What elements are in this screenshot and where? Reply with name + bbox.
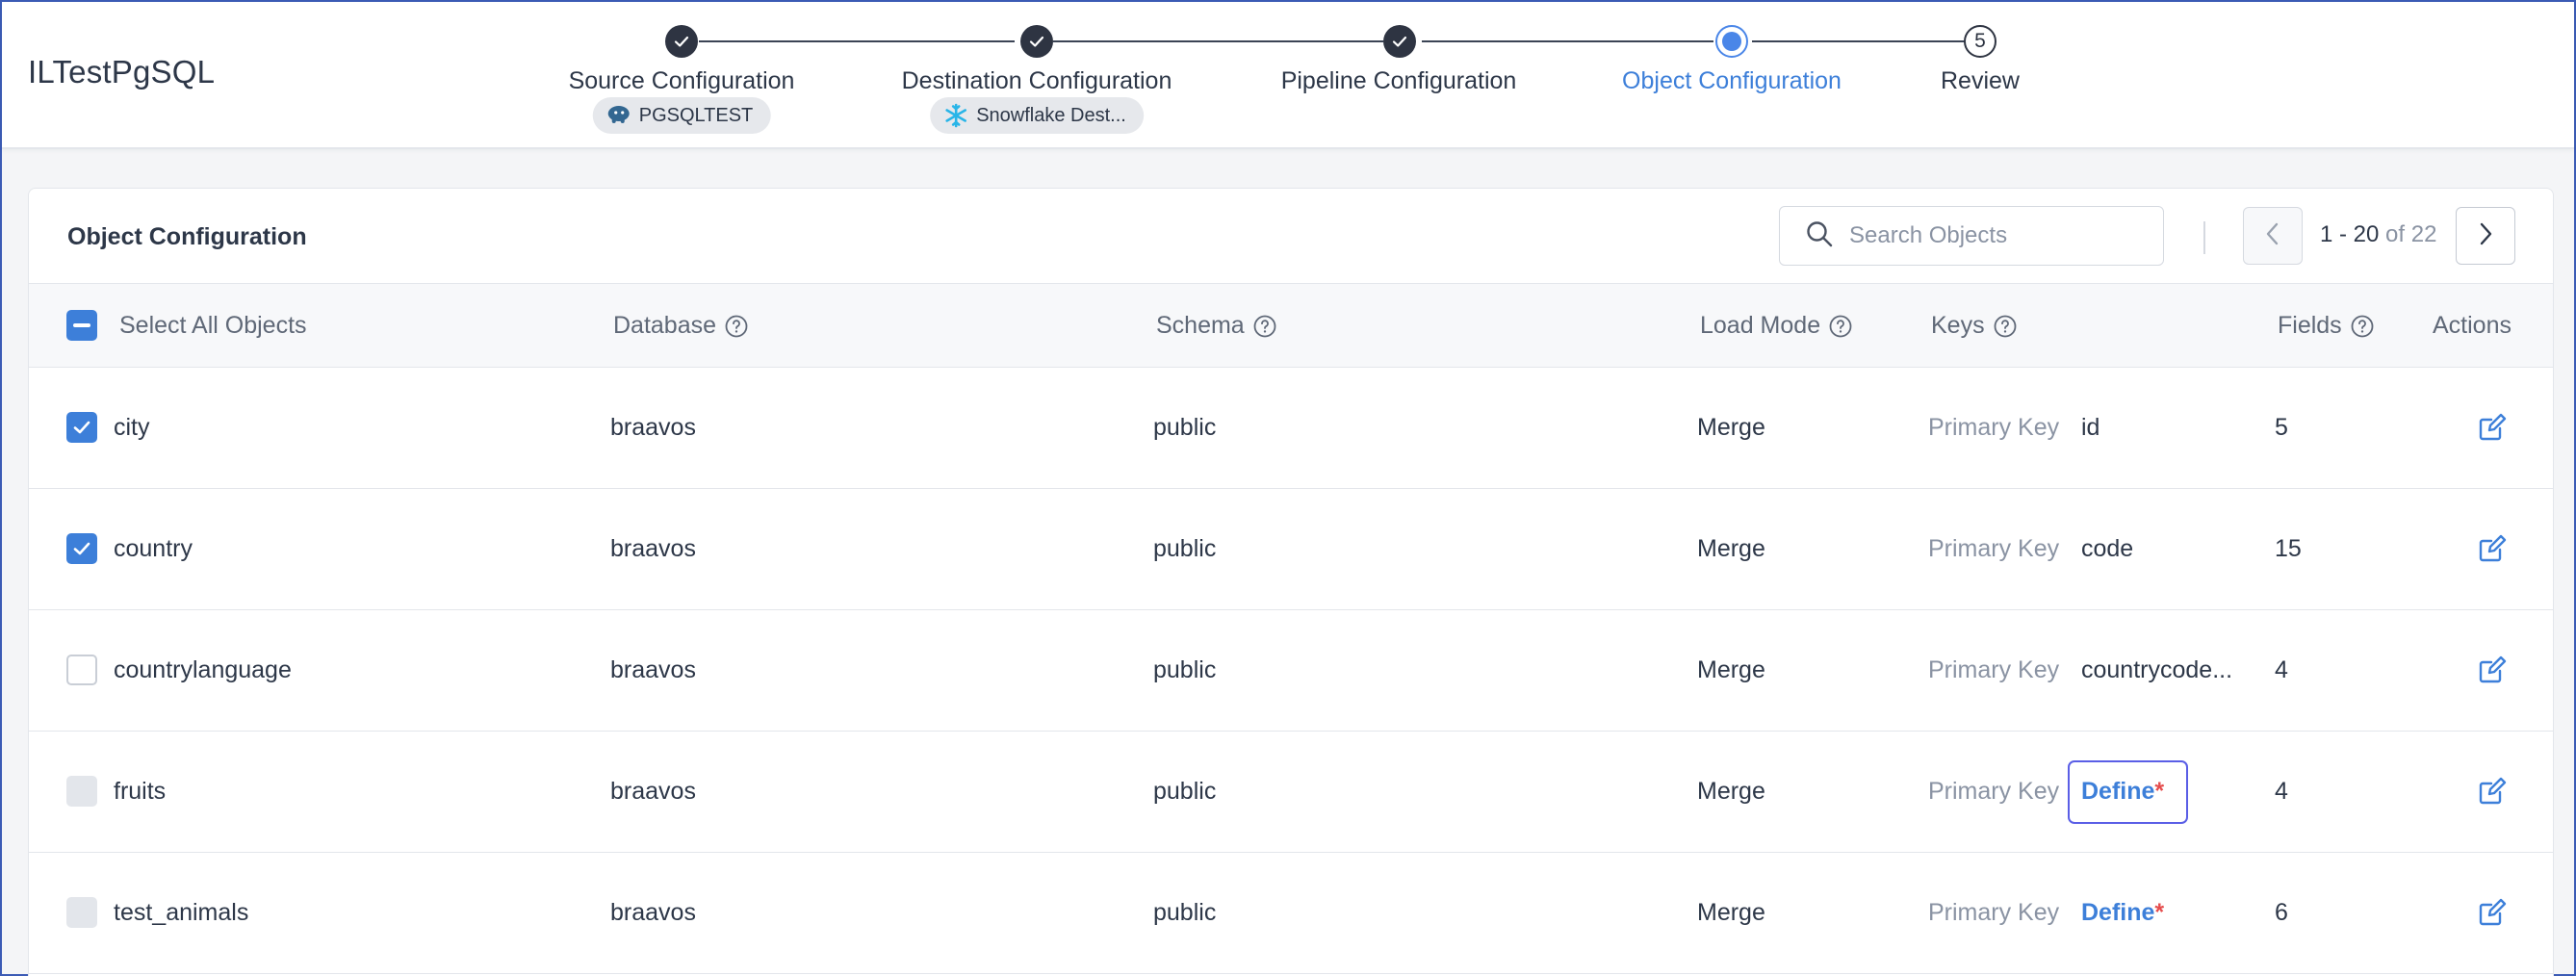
fields-count: 4 xyxy=(2275,656,2288,683)
row-checkbox[interactable] xyxy=(66,412,97,443)
key-type: Primary Key xyxy=(1928,535,2060,562)
step-connector xyxy=(699,40,1015,42)
database-value: braavos xyxy=(610,656,696,683)
step-5-label[interactable]: Review xyxy=(1941,67,2020,95)
database-value: braavos xyxy=(610,535,696,562)
step-3-check-icon[interactable] xyxy=(1383,25,1416,58)
help-icon[interactable] xyxy=(724,314,749,339)
toolbar-divider xyxy=(2203,221,2205,254)
snowflake-icon xyxy=(943,103,968,128)
select-all-label: Select All Objects xyxy=(119,312,307,339)
help-icon[interactable] xyxy=(1252,314,1277,339)
postgresql-icon xyxy=(606,105,631,126)
key-value: code xyxy=(2081,535,2134,562)
table-header: Select All Objects Database Schema Load … xyxy=(29,283,2553,368)
fields-count: 5 xyxy=(2275,414,2288,441)
database-value: braavos xyxy=(610,778,696,805)
schema-value: public xyxy=(1153,656,1217,683)
load-mode-value[interactable]: Merge xyxy=(1697,778,1765,806)
key-type: Primary Key xyxy=(1928,778,2060,805)
database-value: braavos xyxy=(610,414,696,441)
object-name: fruits xyxy=(114,778,167,805)
define-key-link[interactable]: Define* xyxy=(2081,778,2164,806)
load-mode-value[interactable]: Merge xyxy=(1697,656,1765,684)
pagination-total: of 22 xyxy=(2385,221,2437,247)
key-value: countrycode... xyxy=(2081,656,2233,683)
step-connector xyxy=(1752,40,1965,42)
load-mode-value[interactable]: Merge xyxy=(1697,414,1765,442)
help-icon[interactable] xyxy=(1993,314,2018,339)
table-row: countrylanguage braavos public Merge Pri… xyxy=(29,610,2553,732)
source-chip: PGSQLTEST xyxy=(592,97,771,134)
help-icon[interactable] xyxy=(1828,314,1853,339)
step-1-check-icon[interactable] xyxy=(665,25,698,58)
fields-count: 15 xyxy=(2275,535,2302,562)
object-configuration-panel: Object Configuration 1 - 20 of 22 Select… xyxy=(28,188,2554,976)
stepper: Source Configuration PGSQLTEST Destinati… xyxy=(2,2,2574,146)
previous-page-button[interactable] xyxy=(2243,207,2303,265)
edit-icon[interactable] xyxy=(2477,533,2508,569)
pagination-current: 1 - 20 xyxy=(2320,221,2380,247)
database-column-header: Database xyxy=(613,312,749,340)
destination-chip-label: Snowflake Dest... xyxy=(976,104,1126,126)
search-input[interactable] xyxy=(1849,222,2157,249)
keys-column-header: Keys xyxy=(1931,312,2018,340)
key-type: Primary Key xyxy=(1928,899,2060,926)
define-key-link[interactable]: Define* xyxy=(2081,899,2164,927)
chevron-right-icon xyxy=(2475,221,2496,251)
table-row: city braavos public Merge Primary Key id… xyxy=(29,368,2553,489)
row-checkbox[interactable] xyxy=(66,897,97,928)
fields-count: 6 xyxy=(2275,899,2288,926)
select-all-checkbox[interactable] xyxy=(66,310,97,341)
search-icon xyxy=(1805,219,1834,253)
object-name: test_animals xyxy=(114,899,249,926)
destination-chip: Snowflake Dest... xyxy=(930,97,1144,134)
actions-column-header: Actions xyxy=(2433,312,2512,339)
chevron-left-icon xyxy=(2262,221,2283,251)
table-row: country braavos public Merge Primary Key… xyxy=(29,489,2553,610)
row-checkbox[interactable] xyxy=(66,533,97,564)
key-value: id xyxy=(2081,414,2100,441)
object-name: city xyxy=(114,414,150,441)
key-type: Primary Key xyxy=(1928,414,2060,441)
step-1-label[interactable]: Source Configuration xyxy=(569,67,795,95)
edit-icon[interactable] xyxy=(2477,776,2508,811)
row-checkbox[interactable] xyxy=(66,655,97,685)
row-checkbox[interactable] xyxy=(66,776,97,807)
table-row: fruits braavos public Merge Primary Key … xyxy=(29,732,2553,853)
table-row: test_animals braavos public Merge Primar… xyxy=(29,853,2553,974)
load-mode-value[interactable]: Merge xyxy=(1697,535,1765,563)
step-4-active-icon[interactable] xyxy=(1715,25,1748,58)
step-5-number[interactable]: 5 xyxy=(1964,25,1996,58)
step-connector xyxy=(1053,40,1383,42)
step-2-check-icon[interactable] xyxy=(1020,25,1053,58)
help-icon[interactable] xyxy=(2350,314,2375,339)
step-3-label[interactable]: Pipeline Configuration xyxy=(1281,67,1517,95)
step-connector xyxy=(1422,40,1713,42)
fields-column-header: Fields xyxy=(2278,312,2375,340)
panel-title: Object Configuration xyxy=(67,223,307,250)
schema-value: public xyxy=(1153,414,1217,441)
schema-column-header: Schema xyxy=(1156,312,1277,340)
step-4-label[interactable]: Object Configuration xyxy=(1622,67,1842,95)
source-chip-label: PGSQLTEST xyxy=(638,104,754,126)
object-name: countrylanguage xyxy=(114,656,292,683)
edit-icon[interactable] xyxy=(2477,412,2508,448)
schema-value: public xyxy=(1153,778,1217,805)
schema-value: public xyxy=(1153,535,1217,562)
database-value: braavos xyxy=(610,899,696,926)
search-box[interactable] xyxy=(1779,206,2164,266)
object-name: country xyxy=(114,535,193,562)
next-page-button[interactable] xyxy=(2456,207,2515,265)
step-2-label[interactable]: Destination Configuration xyxy=(902,67,1172,95)
fields-count: 4 xyxy=(2275,778,2288,805)
edit-icon[interactable] xyxy=(2477,897,2508,933)
pagination-range: 1 - 20 of 22 xyxy=(2320,221,2436,248)
key-type: Primary Key xyxy=(1928,656,2060,683)
edit-icon[interactable] xyxy=(2477,655,2508,690)
wizard-header: ILTestPgSQL Source Configuration PGSQLTE… xyxy=(2,2,2574,149)
load-mode-column-header: Load Mode xyxy=(1700,312,1853,340)
load-mode-value[interactable]: Merge xyxy=(1697,899,1765,927)
schema-value: public xyxy=(1153,899,1217,926)
